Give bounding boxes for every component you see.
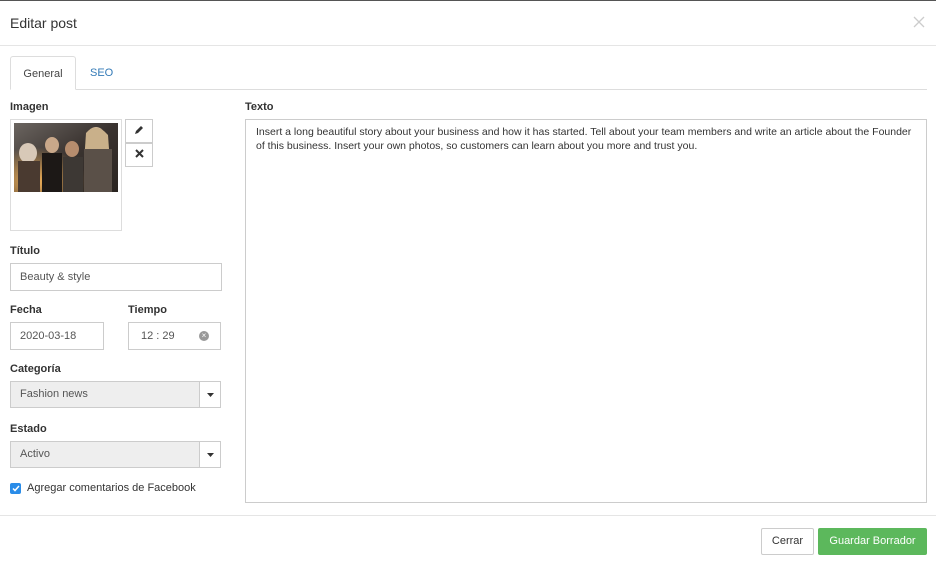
- clear-time-icon[interactable]: ×: [199, 331, 209, 341]
- status-value: Activo: [20, 448, 50, 460]
- status-label: Estado: [10, 423, 47, 435]
- time-value: 12 : 29: [141, 330, 175, 342]
- text-editor[interactable]: Insert a long beautiful story about your…: [245, 119, 927, 503]
- time-input[interactable]: 12 : 29 ×: [128, 322, 221, 350]
- post-image: [14, 123, 118, 192]
- date-input[interactable]: 2020-03-18: [10, 322, 104, 350]
- date-label: Fecha: [10, 304, 42, 316]
- modal-header: Editar post: [0, 1, 936, 46]
- close-icon[interactable]: [912, 15, 926, 29]
- footer-divider: [0, 515, 936, 516]
- title-input[interactable]: Beauty & style: [10, 263, 222, 291]
- x-icon: [134, 149, 144, 161]
- chevron-down-icon: [199, 442, 220, 467]
- pencil-icon: [134, 125, 144, 138]
- image-preview-box[interactable]: [10, 119, 122, 231]
- title-label: Título: [10, 245, 40, 257]
- category-value: Fashion news: [20, 388, 88, 400]
- tab-general[interactable]: General: [10, 56, 76, 90]
- close-button[interactable]: Cerrar: [761, 528, 814, 555]
- facebook-comments-label: Agregar comentarios de Facebook: [27, 482, 196, 494]
- category-label: Categoría: [10, 363, 61, 375]
- time-label: Tiempo: [128, 304, 167, 316]
- facebook-comments-checkbox[interactable]: [10, 482, 21, 494]
- image-label: Imagen: [10, 101, 49, 113]
- modal-title: Editar post: [10, 15, 77, 31]
- text-label: Texto: [245, 101, 274, 113]
- save-draft-button[interactable]: Guardar Borrador: [818, 528, 927, 555]
- category-select[interactable]: Fashion news: [10, 381, 221, 408]
- status-select[interactable]: Activo: [10, 441, 221, 468]
- remove-image-button[interactable]: [125, 143, 153, 167]
- tab-bar: General SEO: [10, 56, 927, 90]
- edit-image-button[interactable]: [125, 119, 153, 143]
- tab-seo[interactable]: SEO: [78, 56, 125, 90]
- chevron-down-icon: [199, 382, 220, 407]
- facebook-comments-row[interactable]: Agregar comentarios de Facebook: [10, 481, 196, 495]
